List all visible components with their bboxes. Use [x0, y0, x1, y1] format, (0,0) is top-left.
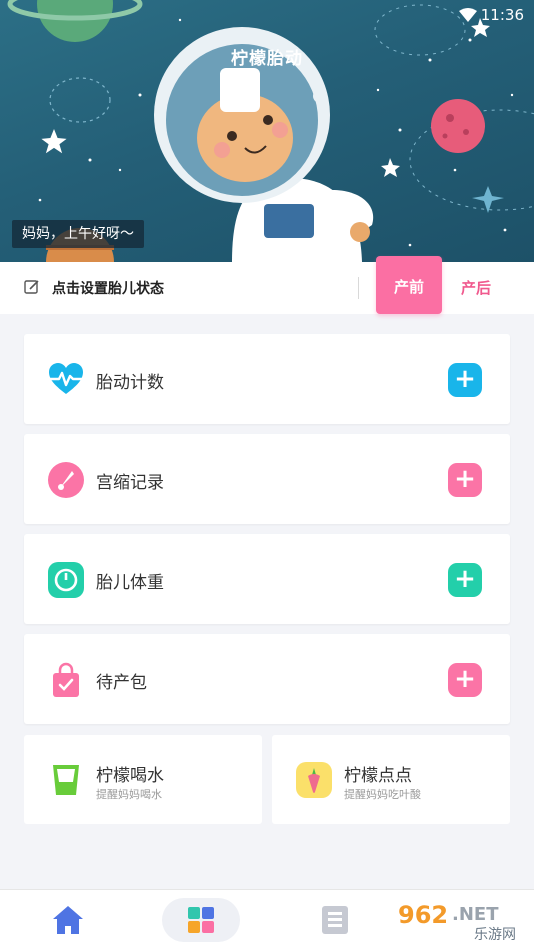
- heartbeat-icon: [49, 363, 83, 394]
- edit-icon[interactable]: [24, 279, 40, 295]
- list-icon: [322, 906, 348, 934]
- watermark-suffix: .NET: [452, 904, 499, 925]
- water-title: 柠檬喝水: [96, 766, 164, 786]
- status-bar: 11:36: [458, 4, 524, 26]
- add-hospital-bag-button[interactable]: +: [448, 663, 482, 697]
- card-label: 胎动计数: [96, 373, 164, 393]
- card-lemon-dots[interactable]: 柠檬点点 提醒妈妈吃叶酸: [272, 735, 510, 824]
- watermark-logo: 962 .NET 乐游网: [394, 896, 530, 944]
- set-fetal-state-link[interactable]: 点击设置胎儿状态: [52, 278, 164, 298]
- scale-icon: [48, 562, 84, 598]
- card-label: 宫缩记录: [96, 473, 164, 493]
- dots-title: 柠檬点点: [344, 766, 412, 786]
- hero-banner: 11:36 柠檬胎动 妈妈，上午好呀～: [0, 0, 534, 262]
- watermark-caption: 乐游网: [474, 927, 516, 943]
- tab-postnatal[interactable]: 产后: [448, 262, 504, 314]
- apps-icon: [188, 907, 214, 933]
- water-subtitle: 提醒妈妈喝水: [96, 788, 162, 801]
- nav-home[interactable]: [46, 898, 90, 942]
- add-fetal-weight-button[interactable]: +: [448, 563, 482, 597]
- card-lemon-water[interactable]: 柠檬喝水 提醒妈妈喝水: [24, 735, 262, 824]
- gauge-icon: [48, 462, 84, 498]
- nav-list[interactable]: [314, 898, 358, 942]
- add-contraction-button[interactable]: +: [448, 463, 482, 497]
- dots-subtitle: 提醒妈妈吃叶酸: [344, 788, 421, 801]
- app-title: 柠檬胎动: [231, 49, 303, 69]
- divider: [358, 277, 359, 299]
- wifi-icon: [458, 8, 477, 22]
- bag-icon: [53, 662, 79, 697]
- card-label: 胎儿体重: [96, 573, 164, 593]
- card-hospital-bag[interactable]: 待产包 +: [24, 634, 510, 724]
- card-fetal-weight[interactable]: 胎儿体重 +: [24, 534, 510, 624]
- nav-apps[interactable]: [162, 898, 240, 942]
- carrot-icon: [296, 762, 332, 798]
- status-time: 11:36: [480, 6, 524, 24]
- add-fetal-movement-button[interactable]: +: [448, 363, 482, 397]
- home-icon: [53, 906, 83, 934]
- greeting-label: 妈妈，上午好呀～: [12, 220, 144, 248]
- watermark-brand: 962: [398, 901, 448, 929]
- tab-prenatal[interactable]: 产前: [376, 256, 442, 314]
- cup-icon: [53, 765, 79, 795]
- card-fetal-movement[interactable]: 胎动计数 +: [24, 334, 510, 424]
- card-label: 待产包: [96, 673, 147, 693]
- card-contraction[interactable]: 宫缩记录 +: [24, 434, 510, 524]
